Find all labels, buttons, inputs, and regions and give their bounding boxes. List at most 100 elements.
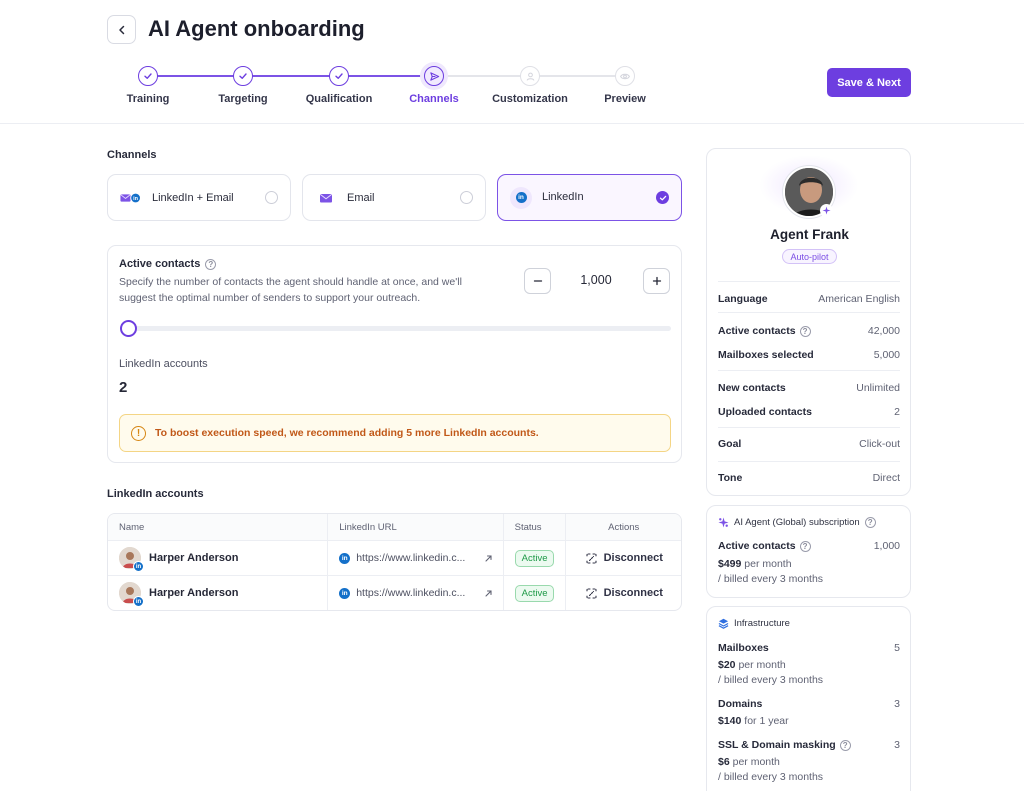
name-cell: in Harper Anderson xyxy=(108,576,327,610)
detail-mailboxes-selected: Mailboxes selected 5,000 xyxy=(718,349,900,361)
step-targeting[interactable]: Targeting xyxy=(195,64,291,105)
infra-mailboxes: Mailboxes 5 xyxy=(718,642,900,654)
step-channels[interactable]: Channels xyxy=(386,64,482,105)
column-header-url: LinkedIn URL xyxy=(327,514,502,540)
detail-label: Language xyxy=(718,293,768,305)
mail-icon xyxy=(315,187,337,209)
table-row: in Harper Anderson in https://www.linked… xyxy=(108,540,681,575)
back-button[interactable] xyxy=(107,15,136,44)
contacts-slider-track[interactable] xyxy=(120,326,671,331)
linkedin-accounts-count: 2 xyxy=(119,379,128,396)
subscription-active-contacts: Active contacts? 1,000 xyxy=(718,540,900,552)
save-next-button[interactable]: Save & Next xyxy=(827,68,911,97)
price-unit: per month xyxy=(735,659,786,671)
autopilot-badge: Auto-pilot xyxy=(782,249,837,264)
decrement-button[interactable] xyxy=(524,268,551,294)
step-label: Targeting xyxy=(218,93,268,105)
onboarding-stepper: Training Targeting Qualification Channel… xyxy=(110,64,670,112)
unlink-icon xyxy=(586,552,597,564)
linkedin-icon: in xyxy=(510,186,532,209)
disconnect-label: Disconnect xyxy=(603,552,663,564)
account-name: Harper Anderson xyxy=(149,587,239,599)
infra-value: 5 xyxy=(894,642,900,654)
linkedin-url-link[interactable]: https://www.linkedin.c... xyxy=(356,587,483,599)
active-contacts-label: Active contacts xyxy=(119,258,201,270)
column-header-name: Name xyxy=(119,521,145,533)
detail-language: Language American English xyxy=(718,293,900,305)
channel-option-email[interactable]: Email xyxy=(302,174,486,221)
price-amount: $499 xyxy=(718,558,742,570)
send-icon xyxy=(424,66,444,86)
help-icon[interactable]: ? xyxy=(839,739,851,751)
mailboxes-price: $20 per month xyxy=(718,659,786,671)
linkedin-icon: in xyxy=(133,596,144,607)
subscription-card: AI Agent (Global) subscription ? Active … xyxy=(706,505,911,598)
chevron-left-icon xyxy=(118,25,124,34)
step-customization[interactable]: Customization xyxy=(482,64,578,105)
header-divider xyxy=(0,123,1024,124)
detail-label: Goal xyxy=(718,438,742,450)
channel-label: Email xyxy=(347,191,375,204)
column-header-actions: Actions xyxy=(565,514,681,540)
table-header: Name LinkedIn URL Status Actions xyxy=(108,514,681,540)
disconnect-button[interactable]: Disconnect xyxy=(585,552,663,565)
detail-label: Mailboxes selected xyxy=(718,349,814,361)
channel-option-linkedin[interactable]: in LinkedIn xyxy=(497,174,682,221)
increment-button[interactable] xyxy=(643,268,670,294)
detail-value: Click-out xyxy=(859,438,900,450)
divider xyxy=(718,370,900,371)
help-icon[interactable]: ? xyxy=(864,517,876,528)
actions-cell: Disconnect xyxy=(565,576,681,610)
channel-label: LinkedIn + Email xyxy=(152,191,234,204)
price-unit: per month xyxy=(729,756,780,768)
detail-uploaded-contacts: Uploaded contacts 2 xyxy=(718,406,900,418)
step-preview[interactable]: Preview xyxy=(577,64,673,105)
infra-value: 3 xyxy=(894,698,900,710)
active-contacts-value[interactable]: 1,000 xyxy=(551,273,641,287)
contacts-slider-thumb[interactable] xyxy=(120,320,137,337)
channel-radio[interactable] xyxy=(265,191,278,204)
linkedin-url-link[interactable]: https://www.linkedin.c... xyxy=(356,552,483,564)
status-badge: Active xyxy=(514,549,555,567)
linkedin-icon: in xyxy=(133,561,144,572)
infrastructure-card: Infrastructure Mailboxes 5 $20 per month… xyxy=(706,606,911,791)
channel-label: LinkedIn xyxy=(542,190,584,203)
detail-label-text: Active contacts xyxy=(718,325,796,337)
table-row: in Harper Anderson in https://www.linked… xyxy=(108,575,681,610)
price-amount: $6 xyxy=(718,756,730,768)
help-icon[interactable]: ? xyxy=(799,540,811,552)
help-icon[interactable]: ? xyxy=(205,258,217,270)
step-qualification[interactable]: Qualification xyxy=(291,64,387,105)
detail-value: Unlimited xyxy=(856,382,900,394)
check-circle-icon[interactable] xyxy=(656,191,669,204)
help-icon[interactable]: ? xyxy=(799,325,811,337)
linkedin-icon: in xyxy=(339,552,351,564)
linkedin-icon: in xyxy=(339,587,351,599)
infrastructure-icon xyxy=(718,618,729,629)
disconnect-button[interactable]: Disconnect xyxy=(585,587,663,600)
step-training[interactable]: Training xyxy=(100,64,196,105)
infra-label-text: SSL & Domain masking xyxy=(718,739,836,751)
external-link-icon[interactable] xyxy=(484,554,493,563)
channel-option-linkedin-email[interactable]: in LinkedIn + Email xyxy=(107,174,291,221)
step-label: Qualification xyxy=(305,93,373,105)
agent-summary-card: Agent Frank Auto-pilot Language American… xyxy=(706,148,911,496)
unlink-icon xyxy=(586,587,597,599)
external-link-icon[interactable] xyxy=(484,589,493,598)
subscription-title: AI Agent (Global) subscription xyxy=(734,517,860,528)
agent-name: Agent Frank xyxy=(770,227,849,242)
infra-label: Mailboxes xyxy=(718,642,769,654)
svg-text:in: in xyxy=(133,196,139,202)
ai-agent-icon xyxy=(718,517,729,528)
divider xyxy=(718,427,900,428)
detail-goal: Goal Click-out xyxy=(718,438,900,450)
detail-label: Tone xyxy=(718,472,743,484)
ssl-price: $6 per month xyxy=(718,756,780,768)
detail-label: New contacts xyxy=(718,382,786,394)
active-contacts-card: Active contacts ? Specify the number of … xyxy=(107,245,682,463)
step-label: Customization xyxy=(492,93,568,105)
channel-radio[interactable] xyxy=(460,191,473,204)
infrastructure-header: Infrastructure xyxy=(718,618,790,629)
infra-domains: Domains 3 xyxy=(718,698,900,710)
infra-value: 3 xyxy=(894,739,900,751)
